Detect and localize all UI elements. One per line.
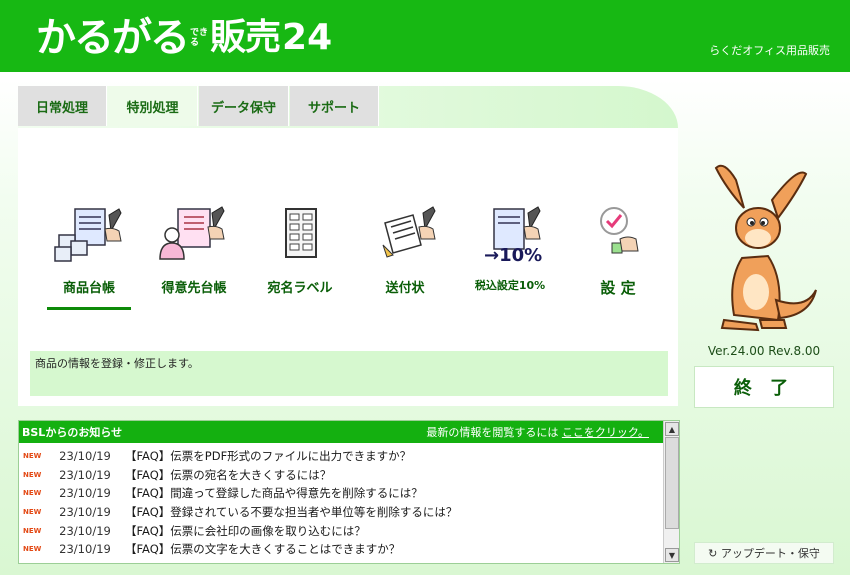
news-date: 23/10/19 [59,505,111,520]
app-logo: かるがる でき る 販売 24 [36,14,332,62]
func-label: 商品台帳 [62,281,115,296]
news-item[interactable]: NEW 23/10/19 【FAQ】伝票の文字を大きくすることはできますか？ [19,540,679,559]
news-link-area: 最新の情報を閲覧するには ここをクリック。 [426,424,649,440]
exit-button[interactable]: 終 了 [694,366,834,408]
logo-small-2: る [190,38,200,48]
tab-special[interactable]: 特別処理 [108,86,198,126]
news-text: 【FAQ】伝票をPDF形式のファイルに出力できますか？ [125,449,412,464]
company-name: らくだオフィス用品販売 [709,44,830,57]
scroll-thumb[interactable] [665,437,679,529]
logo-hanbai: 販売 [210,17,281,58]
logo-number: 24 [282,17,333,58]
news-item[interactable]: NEW 23/10/19 【FAQ】登録されている不要な担当者や単位等を削除する… [19,503,679,522]
product-ledger-icon [54,208,122,262]
news-panel: BSLからのお知らせ 最新の情報を閲覧するには ここをクリック。 NEW 23/… [18,420,680,564]
news-text: 【FAQ】登録されている不要な担当者や単位等を削除するには？ [125,505,458,520]
svg-text:→10%: →10% [484,245,542,265]
news-header: BSLからのお知らせ 最新の情報を閲覧するには ここをクリック。 [19,421,663,443]
customer-ledger-icon [159,206,225,260]
func-label: 宛名ラベル [267,281,333,296]
func-address-label[interactable]: 宛名ラベル [253,205,347,310]
tab-support[interactable]: サポート [290,86,379,126]
new-badge: NEW [23,545,42,554]
func-settings[interactable]: 設 定 [571,205,665,310]
kangaroo-mascot-icon [714,164,817,332]
func-product-ledger[interactable]: 商品台帳 [42,205,136,310]
news-date: 23/10/19 [59,467,111,482]
news-date: 23/10/19 [59,486,111,501]
func-label: 設 定 [600,279,636,297]
news-text: 【FAQ】伝票の文字を大きくすることはできますか？ [125,542,401,557]
tab-label: サポート [307,100,360,116]
func-customer-ledger[interactable]: 得意先台帳 [147,205,241,310]
func-tax-setting[interactable]: →10% 税込設定10% [463,205,557,310]
news-date: 23/10/19 [59,542,111,557]
logo-small-text: でき る [190,28,208,48]
news-title: BSLからのお知らせ [22,426,123,439]
news-list: NEW 23/10/19 【FAQ】伝票をPDF形式のファイルに出力できますか？… [19,443,679,559]
news-text: 【FAQ】伝票の宛名を大きくするには？ [125,467,332,482]
version-text: Ver.24.00 Rev.8.00 [707,344,821,358]
news-link-prefix: 最新の情報を閲覧するには [426,426,559,439]
tab-label: データ保守 [210,100,276,116]
logo-text: かるがる [36,15,190,61]
tab-label: 日常処理 [35,100,88,116]
tab-data-maintenance[interactable]: データ保守 [199,86,289,126]
func-label: 得意先台帳 [161,281,227,296]
settings-icon [600,207,639,254]
news-date: 23/10/19 [59,449,111,464]
tab-label: 特別処理 [126,100,179,116]
news-text: 【FAQ】間違って登録した商品や得意先を削除するには？ [125,486,423,501]
func-cover-letter[interactable]: 送付状 [358,205,452,310]
scroll-up-icon[interactable]: ▲ [665,422,679,436]
func-label: 送付状 [385,281,425,296]
func-label: 税込設定10% [474,279,546,292]
tab-daily[interactable]: 日常処理 [18,86,107,126]
cover-letter-icon [382,206,436,258]
new-badge: NEW [23,489,42,498]
new-badge: NEW [23,470,42,479]
new-badge: NEW [23,526,42,535]
news-scrollbar[interactable]: ▲ ▼ [663,421,679,563]
news-item[interactable]: NEW 23/10/19 【FAQ】伝票をPDF形式のファイルに出力できますか？ [19,447,679,466]
news-item[interactable]: NEW 23/10/19 【FAQ】間違って登録した商品や得意先を削除するには？ [19,484,679,503]
function-description: 商品の情報を登録・修正します。 [30,351,668,396]
update-maintenance-button[interactable]: ↻ アップデート・保守 [694,542,834,564]
news-date: 23/10/19 [59,523,111,538]
tax-setting-icon: →10% [484,206,542,265]
news-item[interactable]: NEW 23/10/19 【FAQ】伝票の宛名を大きくするには？ [19,466,679,485]
news-link[interactable]: ここをクリック。 [562,426,649,439]
news-text: 【FAQ】伝票に会社印の画像を取り込むには？ [125,523,366,538]
news-item[interactable]: NEW 23/10/19 【FAQ】伝票に会社印の画像を取り込むには？ [19,521,679,540]
address-label-icon [285,208,317,258]
logo-small-1: でき [190,28,209,38]
scroll-down-icon[interactable]: ▼ [665,548,679,562]
app-header: かるがる でき る 販売 24 らくだオフィス用品販売 [0,0,850,72]
new-badge: NEW [23,452,42,461]
new-badge: NEW [23,508,42,517]
